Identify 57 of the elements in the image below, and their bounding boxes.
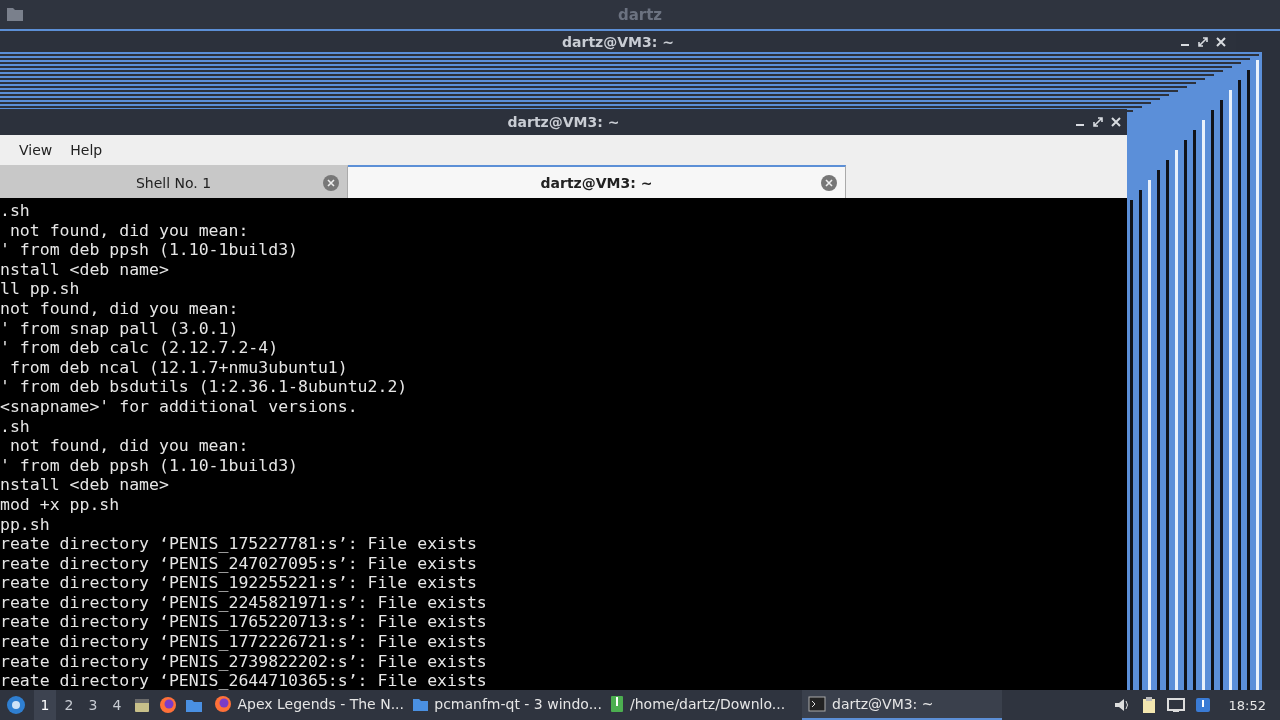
terminal-line: reate directory ‘PENIS_1772226721:s’: File exists [0,632,488,652]
window-title: dartz [617,5,663,24]
maximize-icon[interactable] [1093,117,1103,127]
terminal-line: ' from deb bsdutils (1:2.36.1-8ubuntu2.2) [0,377,409,397]
terminal-line: ' from deb ppsh (1.10-1build3) [0,240,299,260]
terminal-line: reate directory ‘PENIS_2245821971:s’: File exists [0,592,488,613]
terminal-line: ' from snap pall (3.0.1) [0,318,240,339]
start-menu-icon[interactable] [6,695,26,715]
terminal-line: nstall <deb name> [0,475,170,495]
close-icon[interactable] [821,174,837,191]
menu-item[interactable]: View [10,142,62,158]
terminal-line: <snapname>' for additional versions. [0,396,359,417]
archive-icon[interactable] [610,695,624,713]
maximize-icon[interactable] [1198,36,1208,47]
network-icon[interactable] [1166,697,1185,713]
tab[interactable]: Shell No. 1 [0,165,348,198]
browser-icon[interactable] [159,696,177,714]
terminal-icon[interactable] [808,696,826,712]
taskbar-button[interactable]: dartz@VM3: ~ [802,690,1002,720]
terminal-line: reate directory ‘PENIS_1765220713:s’: File exists [0,612,488,633]
terminal-line: from deb ncal (12.1.7+nmu3ubuntu1) [8,357,349,378]
terminal-line: not found, did you mean: [8,220,250,241]
workspace-button[interactable]: 3 [82,690,104,720]
terminal-line: reate directory ‘PENIS_175227781:s’: File exists [0,534,478,554]
tab[interactable]: dartz@VM3: ~ [348,165,846,198]
terminal-line: ll pp.sh [0,279,81,299]
terminal-line: ' from deb calc (2.12.7.2-4) [0,338,280,358]
terminal-line: mod +x pp.sh [0,494,121,515]
taskbar-button[interactable]: pcmanfm-qt - 3 windo... [406,690,602,720]
close-icon[interactable] [1111,117,1121,127]
clock[interactable]: 18:52 [1228,697,1266,713]
terminal-line: ' from deb ppsh (1.10-1build3) [0,455,299,476]
terminal-line: .sh [0,416,31,437]
terminal-line: reate directory ‘PENIS_2739822202:s’: File exists [0,651,488,672]
taskbar-button[interactable]: /home/dartz/Downlo... [604,690,800,720]
window-title: dartz@VM3: ~ [507,114,620,130]
window-title: dartz@VM3: ~ [562,33,674,50]
volume-icon[interactable] [1112,697,1131,713]
terminal-line: not found, did you mean: [8,436,250,456]
workspace-button[interactable]: 4 [106,690,128,720]
browser-icon[interactable] [214,695,232,713]
terminal-line: reate directory ‘PENIS_192255221:s’: File exists [0,573,478,593]
menu-item[interactable]: Help [61,142,112,158]
terminal-line: not found, did you mean: [0,298,240,319]
terminal-line: reate directory ‘PENIS_247027095:s’: File exists [0,553,478,574]
terminal-line: pp.sh [0,514,51,535]
update-icon[interactable] [1194,697,1211,713]
terminal-line: reate directory ‘PENIS_2644710365:s’: File exists [0,671,488,690]
terminal-line: nstall <deb name> [0,259,170,280]
close-icon[interactable] [1216,36,1226,47]
terminal-line: .sh [0,201,31,221]
taskbar-button[interactable]: Apex Legends - The N... [208,690,404,720]
clipboard-icon[interactable] [1140,696,1157,714]
file-manager-icon[interactable] [133,696,151,714]
workspace-button[interactable]: 2 [58,690,80,720]
folder-icon [6,6,24,22]
workspace-button[interactable]: 1 [34,690,56,720]
